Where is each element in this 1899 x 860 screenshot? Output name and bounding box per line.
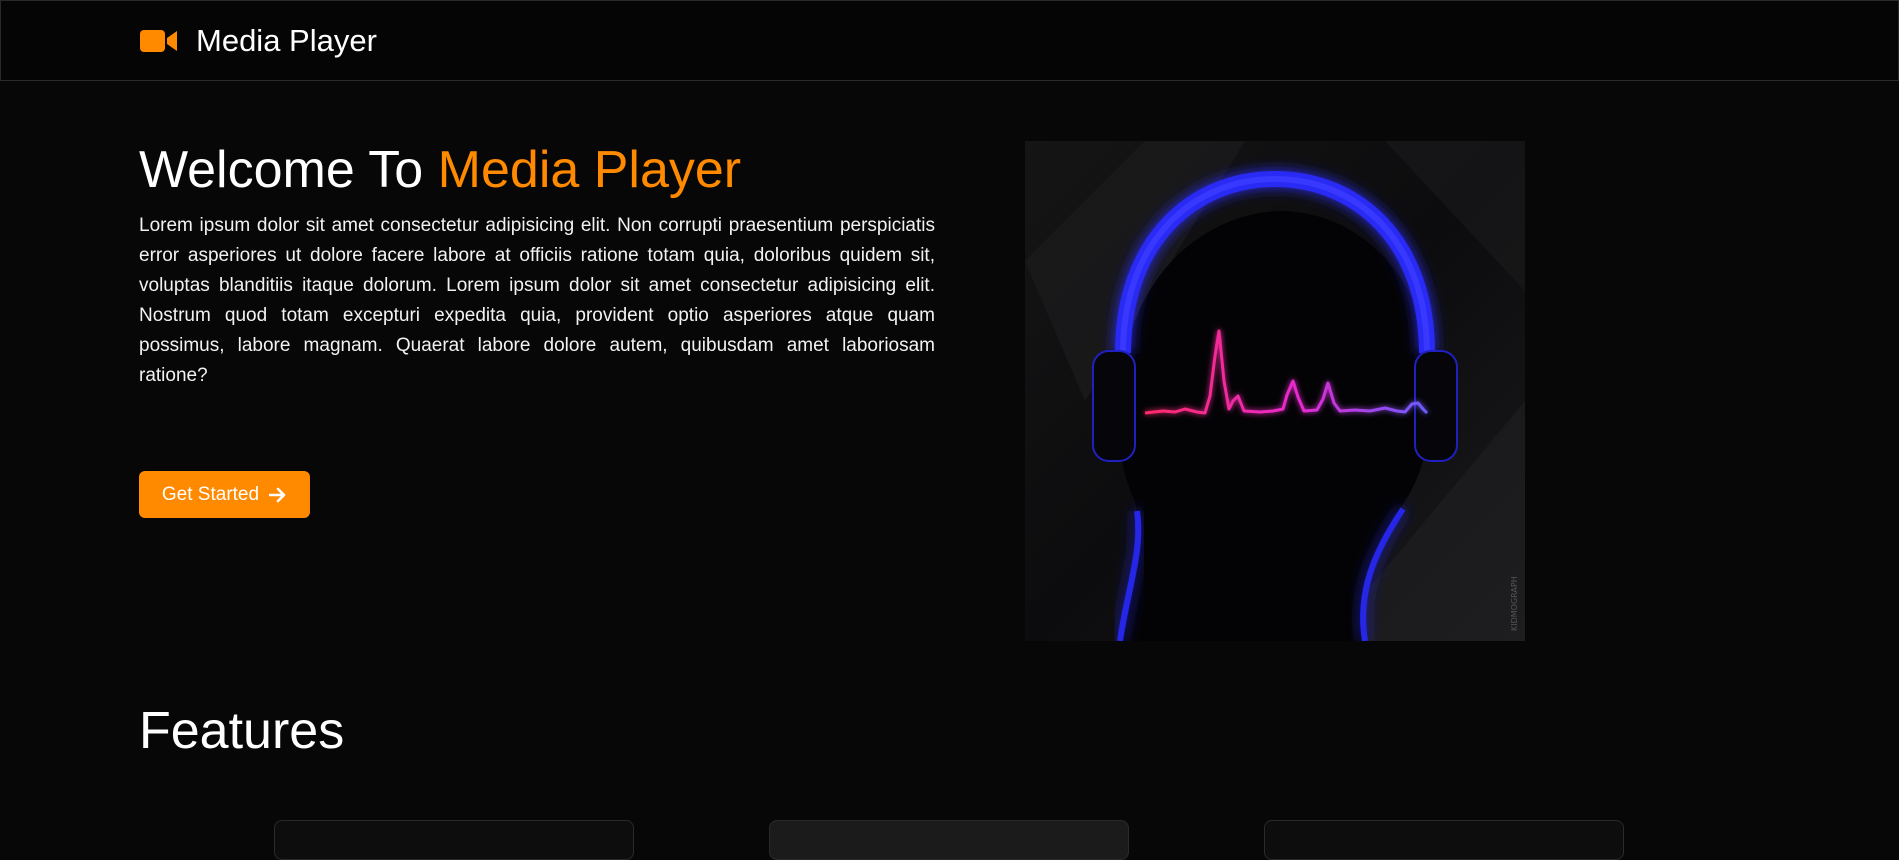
- headphones-illustration: KIDMOGRAPH: [1025, 141, 1525, 641]
- brand-name: Media Player: [196, 23, 377, 58]
- get-started-label: Get Started: [161, 483, 260, 505]
- feature-card[interactable]: [1264, 820, 1624, 860]
- image-watermark: KIDMOGRAPH: [1510, 576, 1519, 631]
- navbar: Media Player: [0, 0, 1899, 81]
- hero-description: Lorem ipsum dolor sit amet consectetur a…: [139, 215, 935, 386]
- feature-card[interactable]: [274, 820, 634, 860]
- brand[interactable]: Media Player: [140, 23, 377, 59]
- hero-title: Welcome To Media Player: [139, 139, 741, 201]
- get-started-button[interactable]: Get Started: [139, 471, 310, 518]
- hero-title-accent: Media Player: [437, 141, 742, 199]
- arrow-right-icon: [269, 487, 286, 502]
- video-camera-icon: [140, 30, 177, 52]
- feature-card[interactable]: [769, 820, 1129, 860]
- features-title: Features: [139, 702, 345, 760]
- hero-title-prefix: Welcome To: [139, 141, 438, 199]
